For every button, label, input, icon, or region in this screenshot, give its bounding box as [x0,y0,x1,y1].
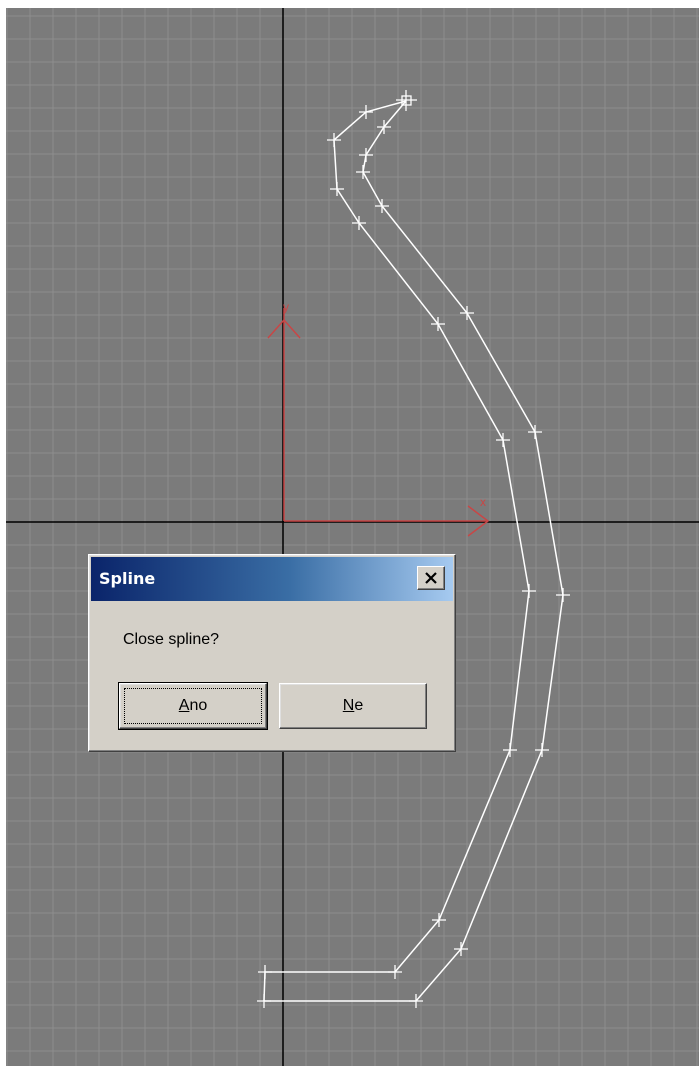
grid [6,8,699,1066]
spline-vertex[interactable] [359,148,373,162]
spline-vertex[interactable] [257,994,271,1008]
spline-vertex[interactable] [460,306,474,320]
dialog-titlebar[interactable]: Spline [91,557,453,601]
spline-vertex[interactable] [352,216,366,230]
spline-vertex[interactable] [330,182,344,196]
no-button[interactable]: Ne [279,683,427,729]
viewport-scene[interactable]: y x [6,8,699,1066]
dialog-message: Close spline? [123,631,220,648]
spline-vertex[interactable] [522,584,536,598]
no-mnemonic: N [342,697,355,714]
dialog-close-button[interactable] [417,566,445,590]
transform-gizmo[interactable] [267,308,490,537]
no-label-rest: e [354,697,364,714]
spline-outer [263,100,530,1002]
spline-vertex[interactable] [496,433,510,447]
spline-vertex[interactable] [556,588,570,602]
yes-button[interactable]: Ano [118,682,268,730]
spline-vertex[interactable] [503,743,517,757]
viewport[interactable]: y x Spline Close spline? Ano Ne [6,8,699,1066]
spline-vertex[interactable] [535,743,549,757]
spline-vertex[interactable] [528,425,542,439]
close-spline-dialog: Spline Close spline? Ano Ne [88,554,456,752]
spline-vertex[interactable] [375,199,389,213]
spline-vertex[interactable] [431,317,445,331]
close-icon [425,572,437,584]
gizmo-x-label: x [480,495,486,509]
spline-shape[interactable] [263,100,564,1002]
focus-rectangle [124,688,262,724]
no-button-label: Ne [343,697,363,715]
gizmo-y-label: y [283,300,289,314]
spline-inner [264,100,564,1002]
dialog-title: Spline [99,569,156,588]
